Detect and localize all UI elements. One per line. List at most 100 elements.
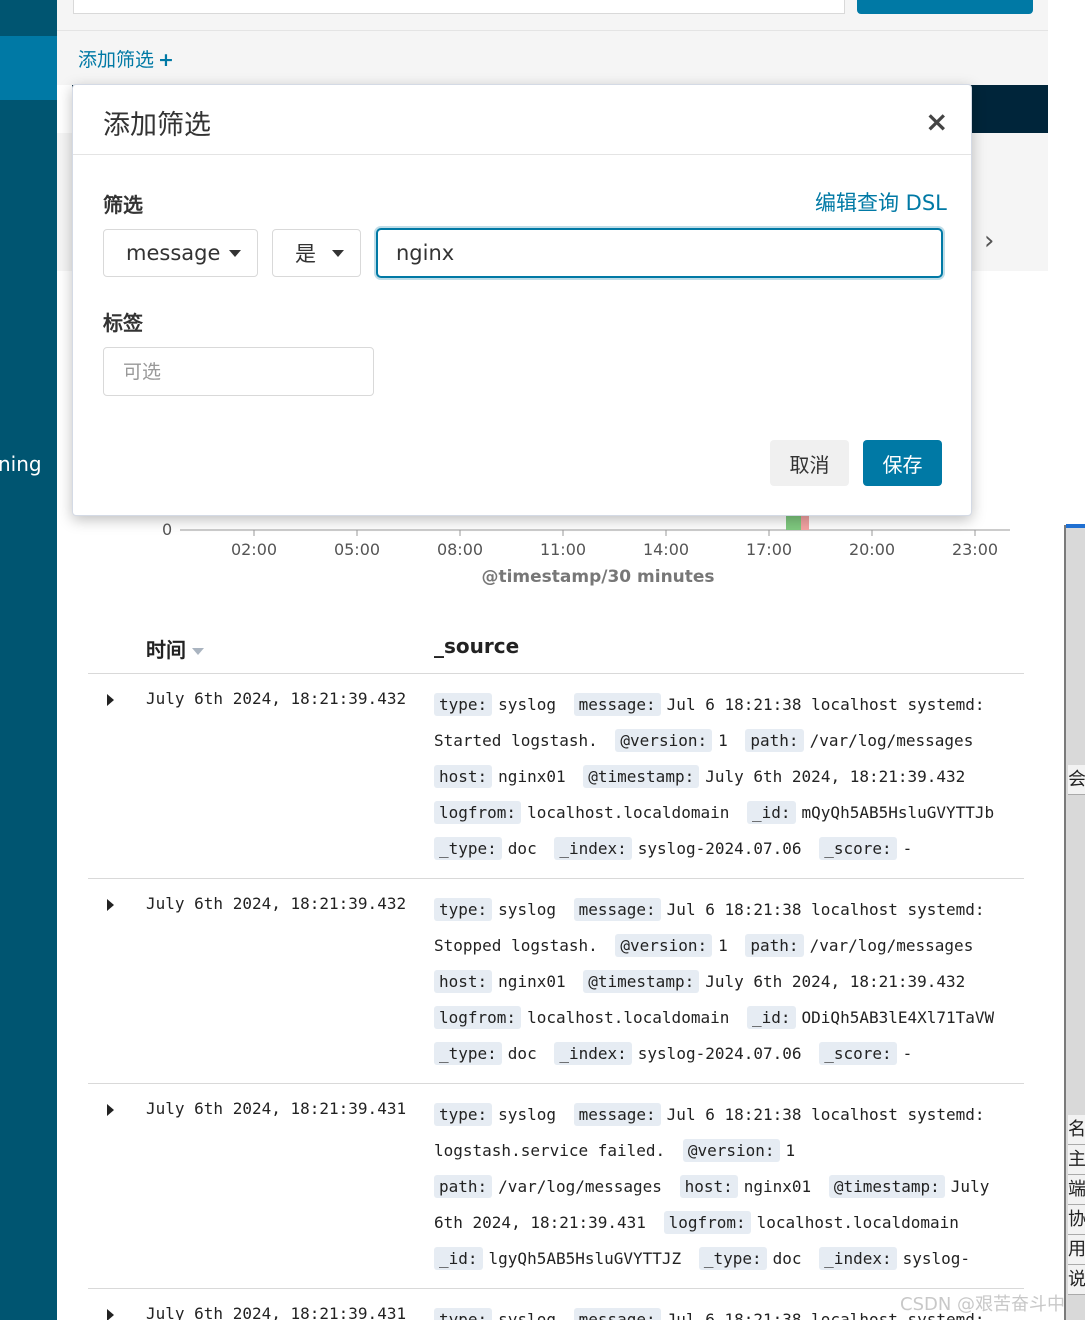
field-key: type: (434, 1308, 493, 1320)
field-value: doc (507, 839, 537, 858)
table-row[interactable]: July 6th 2024, 18:21:39.432 type: syslog m… (88, 675, 1024, 879)
expand-row-icon[interactable] (107, 1309, 114, 1320)
table-row[interactable]: July 6th 2024, 18:21:39.432 type: syslog m… (88, 880, 1024, 1084)
adjacent-window-cell: 用 (1068, 1235, 1085, 1265)
field-key: @timestamp: (828, 1175, 945, 1198)
adjacent-window-cell: 端 (1068, 1175, 1085, 1205)
nav-active-item[interactable] (0, 36, 57, 100)
field-key: _id: (434, 1247, 483, 1270)
x-tick-label: 11:00 (539, 540, 587, 559)
field-key: host: (679, 1175, 738, 1198)
save-button[interactable]: 保存 (863, 440, 942, 486)
x-tick-label: 05:00 (333, 540, 381, 559)
table-row[interactable]: July 6th 2024, 18:21:39.431 type: syslog m… (88, 1290, 1024, 1320)
field-key: @version: (615, 934, 713, 957)
field-key: path: (745, 729, 804, 752)
field-key: _type: (698, 1247, 767, 1270)
query-input[interactable] (73, 0, 845, 14)
field-value: syslog-2024.07.06 (637, 1044, 802, 1063)
modal-title: 添加筛选 (103, 110, 211, 141)
field-key: _score: (819, 837, 897, 860)
expand-row-icon[interactable] (107, 899, 114, 911)
row-time: July 6th 2024, 18:21:39.431 (146, 1304, 407, 1320)
chevron-right-icon[interactable]: › (984, 226, 994, 256)
field-key: _id: (747, 801, 796, 824)
histogram-bar[interactable] (786, 516, 801, 530)
field-key: _type: (434, 1042, 502, 1065)
field-value: syslog (498, 900, 556, 919)
table-row[interactable]: July 6th 2024, 18:21:39.431 type: syslog m… (88, 1085, 1024, 1289)
field-key: logfrom: (663, 1211, 751, 1234)
field-value: ODiQh5AB3lE4Xl71TaVW (801, 1008, 995, 1027)
field-key: _index: (819, 1247, 897, 1270)
field-key: host: (434, 970, 493, 993)
plus-icon: + (158, 49, 174, 71)
field-value: July 6th 2024, 18:21:39.432 (705, 767, 966, 786)
field-key: path: (434, 1175, 493, 1198)
field-value: - (902, 1044, 913, 1063)
field-value: /var/log/messages (498, 1177, 662, 1196)
adjacent-window-cell: 主 (1068, 1145, 1085, 1175)
expand-row-icon[interactable] (107, 1104, 114, 1116)
field-key: @timestamp: (583, 970, 700, 993)
field-key: @timestamp: (583, 765, 700, 788)
field-key: @version: (682, 1139, 780, 1162)
x-tick-label: 08:00 (436, 540, 484, 559)
field-key: type: (434, 1103, 493, 1126)
field-key: message: (573, 898, 661, 921)
row-time: July 6th 2024, 18:21:39.432 (146, 689, 407, 708)
field-value: syslog (498, 1310, 556, 1320)
refresh-button[interactable] (857, 0, 1033, 14)
row-source: type: syslog message: Jul 6 18:21:38 local… (434, 892, 1014, 1072)
y-tick-zero: 0 (162, 520, 173, 539)
field-select[interactable]: message (103, 229, 258, 277)
add-filter-modal: 添加筛选 × 筛选 编辑查询 DSL message 是 标签 取消 保存 (72, 84, 972, 516)
sort-down-icon[interactable] (192, 648, 204, 655)
x-axis-title: @timestamp/30 minutes (481, 567, 715, 587)
column-time[interactable]: 时间 (146, 634, 204, 663)
histogram-bar[interactable] (801, 516, 809, 530)
field-value: /var/log/messages (809, 731, 974, 750)
row-source: type: syslog message: Jul 6 18:21:38 local… (434, 1097, 1014, 1277)
edit-dsl-link[interactable]: 编辑查询 DSL (815, 187, 947, 217)
cancel-button[interactable]: 取消 (770, 440, 849, 486)
field-key: host: (434, 765, 493, 788)
x-tick-label: 23:00 (951, 540, 999, 559)
field-key: message: (573, 1103, 661, 1126)
query-bar (57, 0, 1048, 30)
field-value: nginx01 (498, 972, 566, 991)
modal-header: 添加筛选 × (73, 85, 971, 155)
expand-row-icon[interactable] (107, 694, 114, 706)
value-input[interactable] (376, 228, 943, 278)
left-nav: ning (0, 0, 57, 1320)
field-key: logfrom: (434, 1006, 522, 1029)
x-tick-label: 17:00 (745, 540, 793, 559)
operator-select-value: 是 (295, 242, 316, 266)
field-value: syslog (498, 1105, 556, 1124)
filter-bar: 添加筛选 + (57, 30, 1048, 85)
close-icon[interactable]: × (925, 105, 948, 138)
field-value: 1 (718, 731, 728, 750)
x-tick-label: 14:00 (642, 540, 690, 559)
caret-down-icon (229, 250, 241, 257)
field-value: syslog-2024.07.06 (637, 839, 802, 858)
field-value: July 6th 2024, 18:21:39.432 (705, 972, 966, 991)
field-key: message: (573, 1308, 661, 1320)
row-time: July 6th 2024, 18:21:39.432 (146, 894, 407, 913)
adjacent-accent (1066, 524, 1085, 528)
column-time-label: 时间 (146, 638, 186, 662)
table-header: 时间 _source (88, 630, 1024, 674)
field-value: mQyQh5AB5HsluGVYTTJb (801, 803, 995, 822)
field-value: syslog (498, 695, 556, 714)
add-filter-link[interactable]: 添加筛选 + (78, 45, 174, 72)
tags-input[interactable] (103, 347, 374, 396)
column-source: _source (434, 634, 520, 658)
operator-select[interactable]: 是 (272, 229, 361, 277)
histogram: 0 02:00 05:00 08:00 11:00 14:00 17:00 20:00 23:… (150, 510, 1030, 600)
field-key: type: (434, 898, 493, 921)
field-key: _type: (434, 837, 502, 860)
adjacent-window-cell: 名 (1068, 1115, 1085, 1145)
watermark: CSDN @艰苦奋斗中 (900, 1294, 1066, 1315)
field-key: _index: (554, 1042, 632, 1065)
field-key: type: (434, 693, 493, 716)
